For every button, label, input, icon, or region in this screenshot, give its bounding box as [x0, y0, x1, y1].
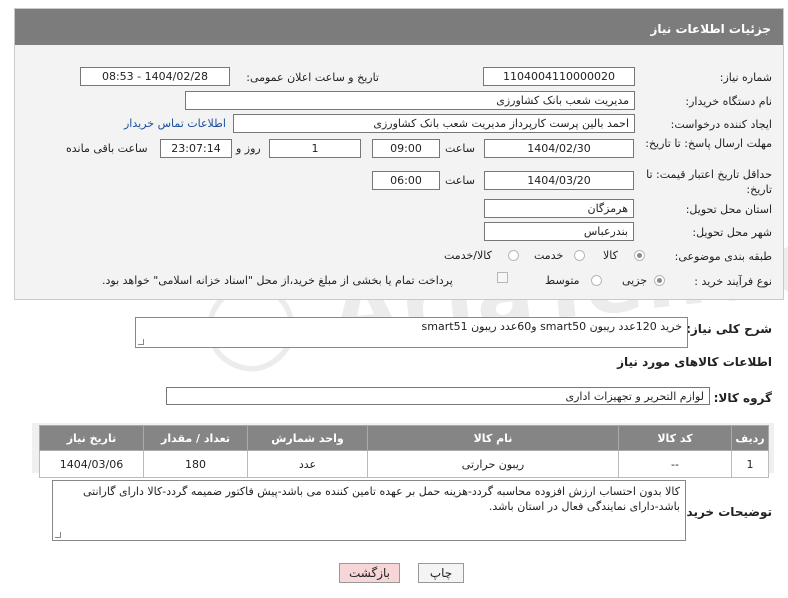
col-header-quantity: تعداد / مقدار [143, 425, 248, 451]
reply-date-field[interactable]: 1404/02/30 [484, 139, 634, 158]
city-field[interactable]: بندرعباس [484, 222, 634, 241]
items-table: ردیف کد کالا نام کالا واحد شمارش تعداد /… [39, 425, 769, 478]
table-header-row: ردیف کد کالا نام کالا واحد شمارش تعداد /… [39, 425, 769, 451]
province-field[interactable]: هرمزگان [484, 199, 634, 218]
creator-field[interactable]: احمد بالین پرست کارپرداز مدیریت شعب بانک… [233, 114, 635, 133]
price-validity-label: حداقل تاریخ اعتبار قیمت: تا تاریخ: [632, 167, 772, 197]
reply-time-label: ساعت [445, 142, 475, 155]
description-field[interactable]: خرید 120عدد ریبون smart50 و60عدد ریبون s… [135, 317, 688, 348]
col-header-row-number: ردیف [731, 425, 769, 451]
reply-deadline-label-text: مهلت ارسال پاسخ: تا تاریخ: [645, 137, 772, 150]
category-label: طبقه بندی موضوعی: [674, 250, 772, 263]
category-goods-radio[interactable] [634, 250, 645, 261]
cell-row-number: 1 [731, 450, 769, 478]
back-button[interactable]: بازگشت [339, 563, 400, 583]
cell-item-name: ریبون حرارتی [367, 450, 619, 478]
category-service-label: خدمت [534, 249, 564, 262]
process-label: نوع فرآیند خرید : [694, 275, 772, 288]
cell-quantity: 180 [143, 450, 248, 478]
remaining-time-field[interactable]: 23:07:14 [160, 139, 232, 158]
items-table-wrapper: ردیف کد کالا نام کالا واحد شمارش تعداد /… [32, 423, 774, 478]
buyer-contact-link[interactable]: اطلاعات تماس خریدار [124, 117, 226, 130]
buyer-notes-resize-handle[interactable] [55, 532, 61, 538]
description-resize-handle[interactable] [138, 339, 144, 345]
price-validity-time-label: ساعت [445, 174, 475, 187]
category-goods-label: کالا [603, 249, 618, 262]
treasury-note: پرداخت تمام یا بخشی از مبلغ خرید،از محل … [102, 274, 453, 287]
reply-deadline-label: مهلت ارسال پاسخ: تا تاریخ: [642, 136, 772, 151]
cell-need-date: 1404/03/06 [39, 450, 144, 478]
announce-date-field[interactable]: 1404/02/28 - 08:53 [80, 67, 230, 86]
description-label: شرح کلی نیاز: [686, 322, 772, 336]
page-title: جزئیات اطلاعات نیاز [15, 9, 783, 45]
items-section-title: اطلاعات کالاهای مورد نیاز [617, 355, 772, 369]
col-header-need-date: تاریخ نیاز [39, 425, 144, 451]
price-validity-time-field[interactable]: 06:00 [372, 171, 440, 190]
goods-group-label: گروه کالا: [713, 391, 772, 405]
province-label: استان محل تحویل: [685, 203, 772, 216]
need-number-field[interactable]: 1104004110000020 [483, 67, 635, 86]
col-header-item-code: کد کالا [618, 425, 732, 451]
category-both-label: کالا/خدمت [444, 249, 492, 262]
process-minor-radio[interactable] [654, 275, 665, 286]
reply-days-field[interactable]: 1 [269, 139, 361, 158]
col-header-unit: واحد شمارش [247, 425, 368, 451]
process-medium-radio[interactable] [591, 275, 602, 286]
cell-item-code: -- [618, 450, 732, 478]
process-medium-label: متوسط [545, 274, 580, 287]
need-number-label: شماره نیاز: [719, 71, 772, 84]
price-validity-label-text: حداقل تاریخ اعتبار قیمت: تا تاریخ: [646, 168, 772, 196]
process-minor-label: جزیی [622, 274, 648, 287]
reply-time-field[interactable]: 09:00 [372, 139, 440, 158]
buyer-notes-field[interactable]: کالا بدون احتساب ارزش افزوده محاسبه گردد… [52, 480, 686, 541]
reply-days-label: روز و [236, 142, 261, 155]
remaining-time-label: ساعت باقی مانده [66, 142, 148, 155]
buyer-org-field[interactable]: مدیریت شعب بانک کشاورزی [185, 91, 635, 110]
col-header-item-name: نام کالا [367, 425, 619, 451]
table-row[interactable]: 1 -- ریبون حرارتی عدد 180 1404/03/06 [39, 450, 769, 478]
category-both-radio[interactable] [508, 250, 519, 261]
creator-label: ایجاد کننده درخواست: [670, 118, 772, 131]
treasury-checkbox[interactable] [497, 272, 508, 283]
announce-date-label: تاریخ و ساعت اعلان عمومی: [246, 71, 379, 84]
print-button[interactable]: چاپ [418, 563, 464, 583]
buyer-org-label: نام دستگاه خریدار: [685, 95, 772, 108]
category-service-radio[interactable] [574, 250, 585, 261]
goods-group-field[interactable]: لوازم التحریر و تجهیزات اداری [166, 387, 710, 405]
cell-unit: عدد [247, 450, 368, 478]
price-validity-date-field[interactable]: 1404/03/20 [484, 171, 634, 190]
city-label: شهر محل تحویل: [692, 226, 772, 239]
